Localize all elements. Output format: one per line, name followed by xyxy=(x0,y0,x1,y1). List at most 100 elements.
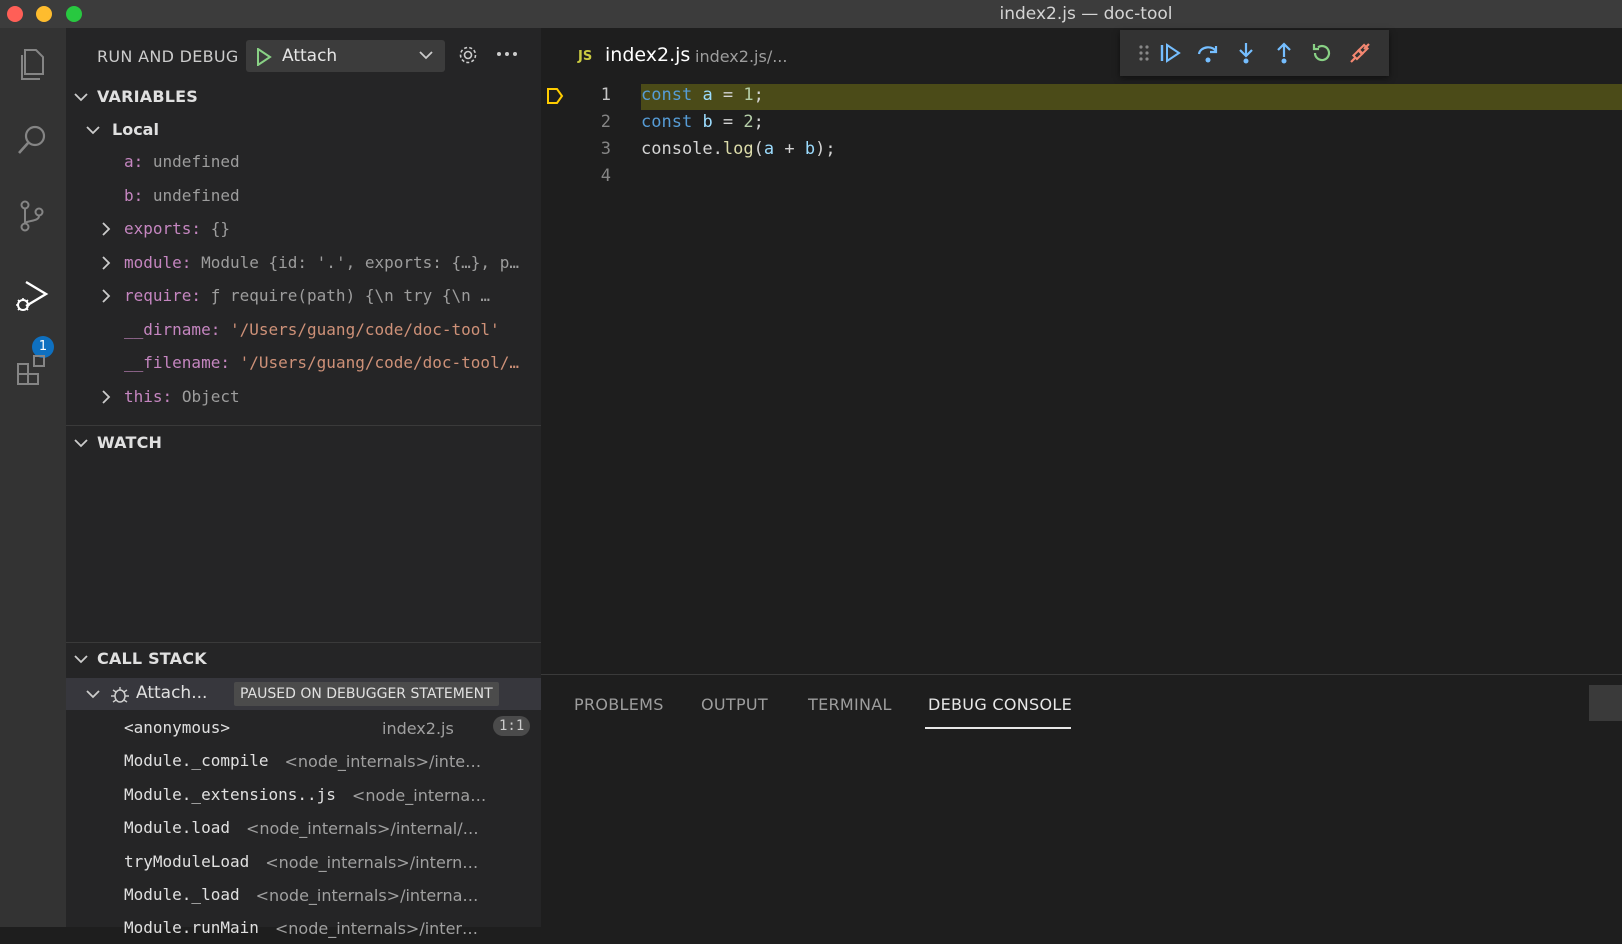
identifier: console xyxy=(641,139,713,159)
stack-frame-function: tryModuleLoad xyxy=(124,851,250,871)
punctuation: ( xyxy=(753,139,764,159)
run-debug-sidebar: RUN AND DEBUG Attach VARIABLES Local a: … xyxy=(66,28,541,938)
sidebar-title: RUN AND DEBUG xyxy=(97,47,239,66)
code-line-3[interactable]: console.log(a + b); xyxy=(641,139,836,159)
source-control-icon[interactable] xyxy=(8,192,56,240)
chevron-down-icon xyxy=(74,655,88,664)
variable-entry: __dirname: '/Users/guang/code/doc-tool' xyxy=(124,320,500,339)
stack-frame[interactable]: Module._compile <node_internals>/inte… xyxy=(66,745,541,777)
stack-frame[interactable]: Module._extensions..js <node_interna… xyxy=(66,779,541,811)
debug-toolbar xyxy=(1120,30,1389,76)
code-line-2[interactable]: const b = 2; xyxy=(641,112,764,132)
variable-value: Module {id: '.', exports: {…}, p… xyxy=(201,252,519,272)
extensions-icon[interactable] xyxy=(8,346,56,394)
code-line-1[interactable]: const a = 1; xyxy=(641,85,764,105)
watch-section-header[interactable]: WATCH xyxy=(66,428,541,458)
function-name: log xyxy=(722,139,754,159)
start-debugging-icon[interactable] xyxy=(256,48,272,66)
variable-row[interactable]: __filename: '/Users/guang/code/doc-tool/… xyxy=(66,347,541,379)
tab-problems[interactable]: PROBLEMS xyxy=(574,695,664,714)
variable-row[interactable]: b: undefined xyxy=(66,180,541,212)
restart-icon[interactable] xyxy=(1310,41,1334,65)
identifier: b xyxy=(804,139,816,159)
identifier: a xyxy=(702,85,713,105)
variable-name: exports: xyxy=(124,219,202,238)
variable-entry: require: ƒ require(path) {\n try {\n … xyxy=(124,286,490,305)
punctuation: ; xyxy=(753,85,764,105)
stack-frame-source: index2.js xyxy=(382,719,454,738)
stack-frame-source: <node_internals>/inte… xyxy=(284,752,482,772)
drag-handle-icon[interactable] xyxy=(1132,41,1156,65)
call-stack-header: CALL STACK xyxy=(97,649,207,668)
variable-name: module: xyxy=(124,252,192,272)
variable-name: __filename: xyxy=(124,353,230,372)
run-debug-icon[interactable] xyxy=(8,272,56,320)
variable-entry: module: Module {id: '.', exports: {…}, p… xyxy=(124,253,519,272)
tab-output[interactable]: OUTPUT xyxy=(701,695,768,714)
variable-row[interactable]: exports: {} xyxy=(66,213,541,245)
tab-debug-console[interactable]: DEBUG CONSOLE xyxy=(928,695,1072,714)
continue-icon[interactable] xyxy=(1158,41,1182,65)
step-out-icon[interactable] xyxy=(1272,41,1296,65)
stack-frame-function: <anonymous> xyxy=(124,718,230,737)
window-title: index2.js — doc-tool xyxy=(999,4,1173,24)
call-stack-section-header[interactable]: CALL STACK xyxy=(66,644,541,674)
variable-entry: __filename: '/Users/guang/code/doc-tool/… xyxy=(124,353,519,372)
chevron-right-icon xyxy=(102,222,111,236)
launch-config-select[interactable]: Attach xyxy=(246,40,445,72)
variables-section-header[interactable]: VARIABLES xyxy=(66,82,541,112)
line-number: 4 xyxy=(600,166,611,186)
identifier: a xyxy=(763,139,775,159)
variable-value: undefined xyxy=(152,185,240,205)
variable-entry: b: undefined xyxy=(124,186,240,205)
watch-header: WATCH xyxy=(97,433,163,452)
bug-icon xyxy=(111,687,129,703)
disconnect-icon[interactable] xyxy=(1348,41,1372,65)
variable-value: Object xyxy=(181,386,240,406)
operator: = xyxy=(712,85,744,105)
stack-frame[interactable]: Module.load <node_internals>/internal/… xyxy=(66,812,541,844)
variable-name: a: xyxy=(124,152,144,171)
tab-terminal[interactable]: TERMINAL xyxy=(808,695,892,714)
variable-row[interactable]: require: ƒ require(path) {\n try {\n … xyxy=(66,280,541,312)
scope-local[interactable]: Local xyxy=(66,114,541,146)
variable-value: {} xyxy=(210,219,230,238)
stack-frame[interactable]: Module.runMain <node_internals>/inter… xyxy=(66,912,541,944)
variables-header: VARIABLES xyxy=(97,87,198,106)
panel-scrollbar[interactable] xyxy=(1589,685,1622,721)
bottom-panel: PROBLEMS OUTPUT TERMINAL DEBUG CONSOLE xyxy=(541,674,1622,928)
section-divider xyxy=(66,425,541,426)
debug-session-row[interactable]: Attach... PAUSED ON DEBUGGER STATEMENT xyxy=(66,678,541,710)
variable-value: '/Users/guang/code/doc-tool/… xyxy=(239,353,519,372)
stack-frame-source: <node_interna… xyxy=(351,785,487,805)
variable-row[interactable]: __dirname: '/Users/guang/code/doc-tool' xyxy=(66,314,541,346)
tab-filename: index2.js xyxy=(605,44,691,66)
stack-frame[interactable]: tryModuleLoad <node_internals>/intern… xyxy=(66,846,541,878)
keyword: const xyxy=(641,85,693,105)
search-icon[interactable] xyxy=(8,116,56,164)
variable-row[interactable]: a: undefined xyxy=(66,146,541,178)
tab-path: index2.js/... xyxy=(695,47,788,66)
stack-frame[interactable]: Module._load <node_internals>/interna… xyxy=(66,879,541,911)
active-tab-indicator xyxy=(925,727,1071,729)
explorer-icon[interactable] xyxy=(8,40,56,88)
editor-area: JS index2.js index2.js/... 1 2 3 4 const… xyxy=(541,28,1622,674)
variable-row[interactable]: module: Module {id: '.', exports: {…}, p… xyxy=(66,247,541,279)
stack-frame-function: Module._extensions..js xyxy=(124,784,336,804)
chevron-down-icon xyxy=(74,439,88,448)
chevron-right-icon xyxy=(102,289,111,303)
more-actions-icon[interactable] xyxy=(496,50,518,58)
stack-frame-function: Module._compile xyxy=(124,751,269,771)
step-into-icon[interactable] xyxy=(1234,41,1258,65)
current-line-highlight xyxy=(641,84,1622,110)
step-over-icon[interactable] xyxy=(1196,41,1220,65)
variable-row[interactable]: this: Object xyxy=(66,381,541,413)
variable-value: undefined xyxy=(152,152,240,171)
stack-frame[interactable]: <anonymous> index2.js 1:1 xyxy=(66,712,541,744)
stack-frame-source: <node_internals>/intern… xyxy=(265,852,479,872)
punctuation: ; xyxy=(753,112,764,132)
gear-icon[interactable] xyxy=(457,44,479,66)
stack-frame-function: Module.runMain xyxy=(124,918,259,938)
stack-frame-source: <node_internals>/internal/… xyxy=(245,819,479,839)
editor-tab-index2-js[interactable]: JS index2.js index2.js/... xyxy=(541,28,881,84)
